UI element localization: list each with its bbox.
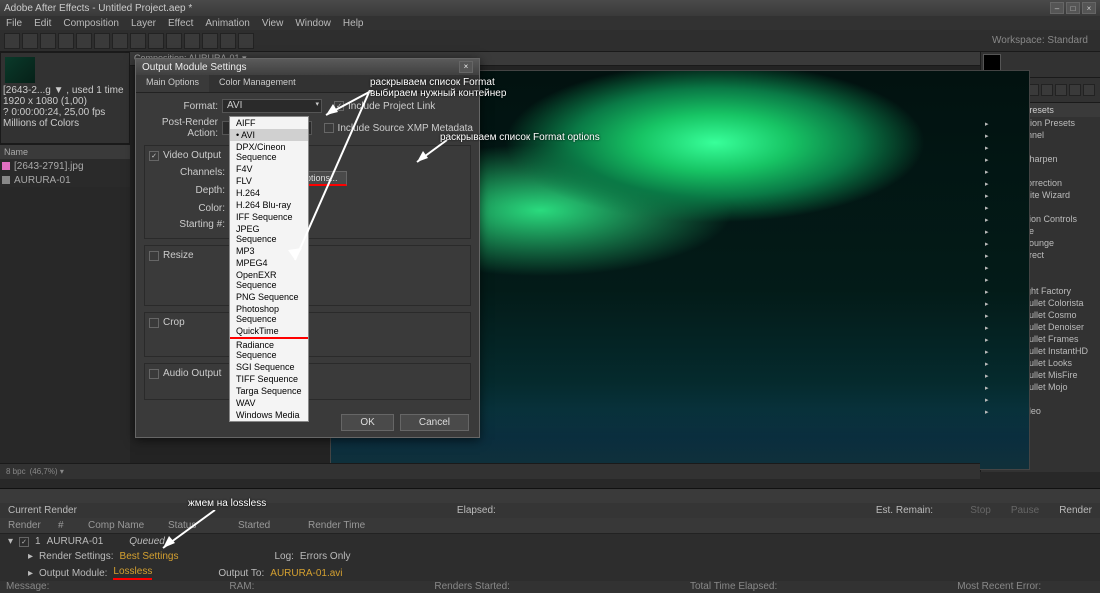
label-swatch bbox=[2, 176, 10, 184]
project-row-name: [2643-2791].jpg bbox=[14, 161, 84, 172]
arrow-icon bbox=[412, 140, 452, 170]
cancel-button[interactable]: Cancel bbox=[400, 414, 469, 431]
ok-button[interactable]: OK bbox=[341, 414, 393, 431]
menu-layer[interactable]: Layer bbox=[131, 18, 156, 29]
project-row[interactable]: [2643-2791].jpg bbox=[0, 159, 130, 173]
stop-button[interactable]: Stop bbox=[970, 505, 991, 516]
maximize-icon[interactable]: □ bbox=[1066, 2, 1080, 14]
menu-effect[interactable]: Effect bbox=[168, 18, 193, 29]
format-option[interactable]: SGI Sequence bbox=[230, 361, 308, 373]
selection-tool-icon[interactable] bbox=[4, 33, 20, 49]
menu-view[interactable]: View bbox=[262, 18, 284, 29]
menu-help[interactable]: Help bbox=[343, 18, 364, 29]
project-row-name: AURURA-01 bbox=[14, 175, 71, 186]
menu-animation[interactable]: Animation bbox=[205, 18, 249, 29]
format-option[interactable]: WAV bbox=[230, 397, 308, 409]
ram-preview-icon[interactable] bbox=[1083, 84, 1095, 96]
roto-tool-icon[interactable] bbox=[220, 33, 236, 49]
arrow-icon bbox=[318, 90, 378, 125]
crop-checkbox[interactable] bbox=[149, 318, 159, 328]
tab-main-options[interactable]: Main Options bbox=[136, 75, 209, 92]
menu-file[interactable]: File bbox=[6, 18, 22, 29]
status-bar: Message: RAM: Renders Started: Total Tim… bbox=[0, 581, 1100, 593]
eraser-tool-icon[interactable] bbox=[202, 33, 218, 49]
audio-output-checkbox[interactable] bbox=[149, 369, 159, 379]
project-list: Name [2643-2791].jpg AURURA-01 bbox=[0, 144, 130, 187]
last-frame-icon[interactable] bbox=[1041, 84, 1053, 96]
annotation-format-options: раскрываем список Format options bbox=[440, 132, 600, 143]
dialog-close-icon[interactable]: × bbox=[459, 61, 473, 73]
format-option[interactable]: QuickTime bbox=[230, 325, 308, 339]
workspace-label[interactable]: Workspace: Standard bbox=[992, 35, 1096, 46]
project-thumbnail bbox=[5, 57, 35, 83]
format-option[interactable]: TIFF Sequence bbox=[230, 373, 308, 385]
project-item-info: [2643-2...g ▼ , used 1 time 1920 x 1080 … bbox=[3, 85, 124, 129]
hand-tool-icon[interactable] bbox=[22, 33, 38, 49]
bpc-button[interactable]: 8 bpc bbox=[6, 467, 26, 476]
close-icon[interactable]: × bbox=[1082, 2, 1096, 14]
stamp-tool-icon[interactable] bbox=[184, 33, 200, 49]
output-module-link[interactable]: Lossless bbox=[113, 566, 152, 580]
rotation-tool-icon[interactable] bbox=[58, 33, 74, 49]
puppet-tool-icon[interactable] bbox=[238, 33, 254, 49]
format-option[interactable]: Targa Sequence bbox=[230, 385, 308, 397]
menu-window[interactable]: Window bbox=[295, 18, 331, 29]
menu-edit[interactable]: Edit bbox=[34, 18, 51, 29]
minimize-icon[interactable]: – bbox=[1050, 2, 1064, 14]
menu-bar: File Edit Composition Layer Effect Anima… bbox=[0, 16, 1100, 30]
format-option[interactable]: Photoshop Sequence bbox=[230, 303, 308, 325]
annotation-lossless: жмем на lossless bbox=[188, 498, 266, 509]
mute-icon[interactable] bbox=[1055, 84, 1067, 96]
format-option[interactable]: Windows Media bbox=[230, 409, 308, 421]
loop-icon[interactable] bbox=[1069, 84, 1081, 96]
disclosure-icon[interactable]: ▸ bbox=[28, 551, 33, 562]
zoom-dropdown[interactable]: (46,7%) ▾ bbox=[30, 467, 64, 476]
render-checkbox[interactable]: ✓ bbox=[19, 537, 29, 547]
log-dropdown[interactable]: Errors Only bbox=[300, 551, 351, 562]
zoom-tool-icon[interactable] bbox=[40, 33, 56, 49]
project-col-name[interactable]: Name bbox=[0, 145, 130, 159]
dialog-titlebar[interactable]: Output Module Settings × bbox=[136, 59, 479, 75]
project-panel: [2643-2...g ▼ , used 1 time 1920 x 1080 … bbox=[0, 52, 130, 144]
toolbar: Workspace: Standard bbox=[0, 30, 1100, 52]
shape-tool-icon[interactable] bbox=[112, 33, 128, 49]
video-output-checkbox[interactable]: ✓ bbox=[149, 151, 159, 161]
text-tool-icon[interactable] bbox=[148, 33, 164, 49]
arrow-icon bbox=[155, 510, 225, 555]
disclosure-icon[interactable]: ▸ bbox=[28, 568, 33, 579]
pan-behind-tool-icon[interactable] bbox=[94, 33, 110, 49]
app-title: Adobe After Effects - Untitled Project.a… bbox=[4, 3, 192, 14]
disclosure-icon[interactable]: ▾ bbox=[8, 536, 13, 547]
menu-composition[interactable]: Composition bbox=[63, 18, 119, 29]
format-option[interactable]: Radiance Sequence bbox=[230, 339, 308, 361]
label-swatch bbox=[2, 162, 10, 170]
pen-tool-icon[interactable] bbox=[130, 33, 146, 49]
brush-tool-icon[interactable] bbox=[166, 33, 182, 49]
resize-checkbox[interactable] bbox=[149, 251, 159, 261]
annotation-format: раскрываем список Format выбираем нужный… bbox=[370, 77, 506, 99]
output-to-link[interactable]: AURURA-01.avi bbox=[270, 568, 342, 579]
format-option[interactable]: PNG Sequence bbox=[230, 291, 308, 303]
project-row[interactable]: AURURA-01 bbox=[0, 173, 130, 187]
pause-button[interactable]: Pause bbox=[1011, 505, 1039, 516]
current-render-label: Current Render bbox=[8, 505, 77, 516]
render-button[interactable]: Render bbox=[1059, 505, 1092, 516]
post-render-label: Post-Render Action: bbox=[142, 117, 222, 139]
viewer-control-strip: 8 bpc (46,7%) ▾ bbox=[0, 463, 980, 479]
window-titlebar: Adobe After Effects - Untitled Project.a… bbox=[0, 0, 1100, 16]
format-label: Format: bbox=[142, 101, 222, 112]
camera-tool-icon[interactable] bbox=[76, 33, 92, 49]
